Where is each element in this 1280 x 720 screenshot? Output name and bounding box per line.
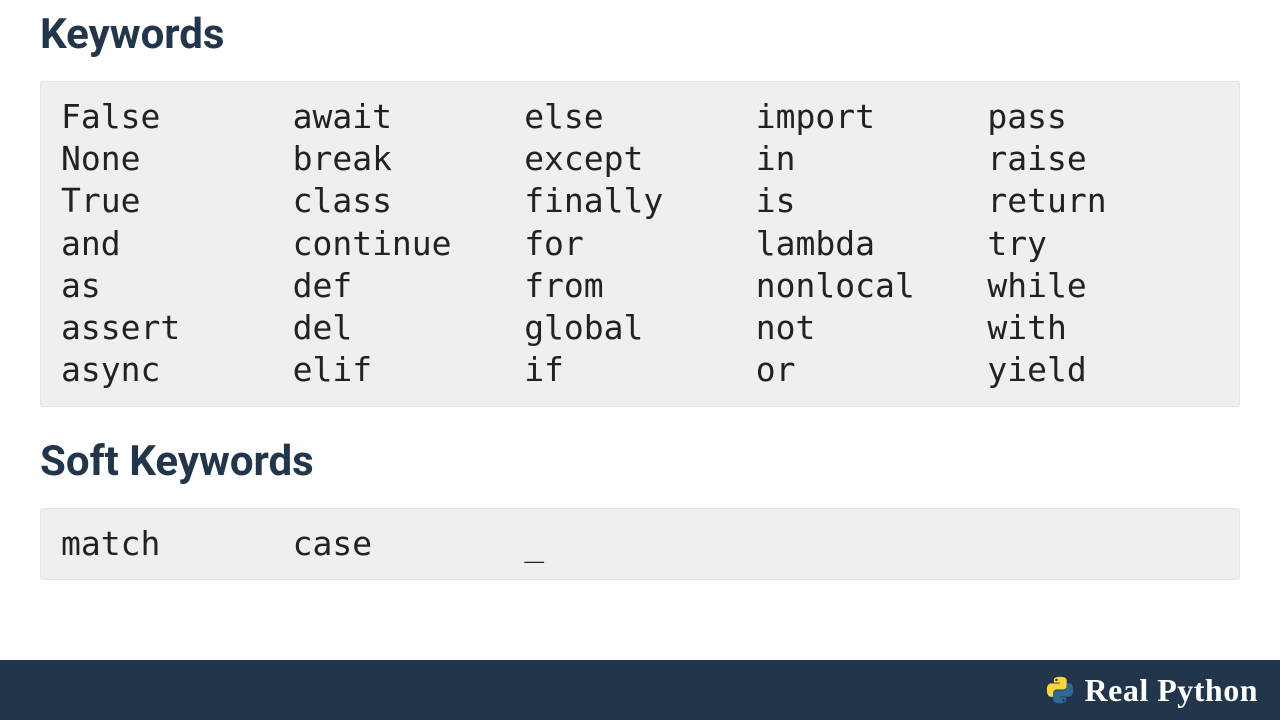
keywords-col-2: else except finally for from global if [524, 96, 756, 392]
soft-col-0: match [61, 523, 293, 565]
kw: await [293, 96, 525, 138]
kw: continue [293, 223, 525, 265]
kw: global [524, 307, 756, 349]
kw: async [61, 349, 293, 391]
kw: import [756, 96, 988, 138]
kw: is [756, 180, 988, 222]
kw: while [987, 265, 1219, 307]
kw: in [756, 138, 988, 180]
kw: pass [987, 96, 1219, 138]
keywords-col-3: import in is lambda nonlocal not or [756, 96, 988, 392]
python-logo-icon [1045, 675, 1075, 705]
kw: del [293, 307, 525, 349]
kw: else [524, 96, 756, 138]
kw: and [61, 223, 293, 265]
kw: break [293, 138, 525, 180]
keywords-heading: Keywords [40, 10, 1240, 59]
kw: as [61, 265, 293, 307]
kw: or [756, 349, 988, 391]
kw: def [293, 265, 525, 307]
kw: lambda [756, 223, 988, 265]
kw: not [756, 307, 988, 349]
kw: False [61, 96, 293, 138]
keywords-block: False None True and as assert async awai… [40, 81, 1240, 407]
kw: nonlocal [756, 265, 988, 307]
kw: match [61, 523, 293, 565]
footer-bar: Real Python [0, 660, 1280, 720]
kw: _ [524, 523, 756, 565]
keywords-col-1: await break class continue def del elif [293, 96, 525, 392]
kw: with [987, 307, 1219, 349]
kw: raise [987, 138, 1219, 180]
soft-col-3 [756, 523, 988, 565]
soft-col-2: _ [524, 523, 756, 565]
kw: try [987, 223, 1219, 265]
kw: for [524, 223, 756, 265]
kw: elif [293, 349, 525, 391]
kw: except [524, 138, 756, 180]
kw: class [293, 180, 525, 222]
brand-text: Real Python [1085, 672, 1259, 709]
kw: None [61, 138, 293, 180]
brand-logo: Real Python [1045, 672, 1259, 709]
soft-keywords-heading: Soft Keywords [40, 437, 1240, 486]
keywords-col-0: False None True and as assert async [61, 96, 293, 392]
kw: yield [987, 349, 1219, 391]
keywords-col-4: pass raise return try while with yield [987, 96, 1219, 392]
kw: from [524, 265, 756, 307]
slide-content: Keywords False None True and as assert a… [0, 0, 1280, 580]
kw: True [61, 180, 293, 222]
kw: if [524, 349, 756, 391]
soft-col-1: case [293, 523, 525, 565]
kw: return [987, 180, 1219, 222]
soft-col-4 [987, 523, 1219, 565]
soft-keywords-block: match case _ [40, 508, 1240, 580]
kw: case [293, 523, 525, 565]
kw: assert [61, 307, 293, 349]
kw: finally [524, 180, 756, 222]
